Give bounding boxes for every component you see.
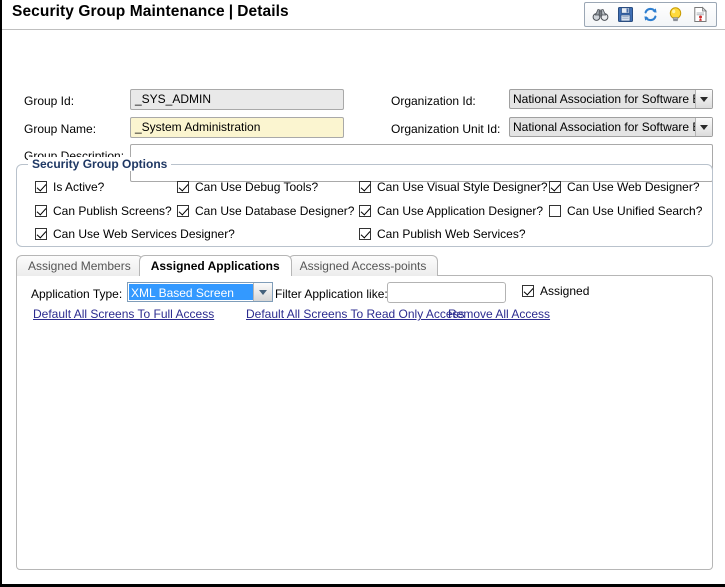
checkbox-is-active[interactable]: Is Active? bbox=[35, 180, 104, 194]
checkbox-box[interactable] bbox=[549, 205, 561, 217]
link-default-all-screens-full-access[interactable]: Default All Screens To Full Access bbox=[33, 307, 214, 321]
link-default-all-screens-read-only-access[interactable]: Default All Screens To Read Only Access bbox=[246, 307, 465, 321]
checkbox-box[interactable] bbox=[359, 205, 371, 217]
checkbox-box[interactable] bbox=[35, 228, 47, 240]
organization-id-label: Organization Id: bbox=[391, 94, 476, 108]
checkbox-can-use-web-designer[interactable]: Can Use Web Designer? bbox=[549, 180, 700, 194]
details-form: Group Id: _SYS_ADMIN Group Name: _System… bbox=[2, 30, 725, 182]
link-remove-all-access[interactable]: Remove All Access bbox=[448, 307, 550, 321]
page-title-main: Security Group Maintenance bbox=[12, 3, 225, 20]
tab-assigned-members[interactable]: Assigned Members bbox=[16, 255, 143, 276]
security-group-options-fieldset: Security Group Options Is Active? Can Us… bbox=[16, 157, 713, 247]
page-header: Security Group Maintenance | Details bbox=[2, 0, 725, 30]
chevron-down-icon[interactable] bbox=[253, 283, 272, 301]
group-name-label: Group Name: bbox=[24, 122, 97, 136]
page-title-separator: | bbox=[228, 3, 234, 20]
tab-assigned-access-points[interactable]: Assigned Access-points bbox=[287, 255, 439, 276]
application-type-value: XML Based Screen bbox=[129, 284, 253, 300]
checkbox-label: Can Publish Web Services? bbox=[377, 227, 526, 241]
report-icon[interactable] bbox=[692, 6, 709, 23]
checkbox-label: Can Use Database Designer? bbox=[195, 204, 355, 218]
checkbox-can-use-application-designer[interactable]: Can Use Application Designer? bbox=[359, 204, 543, 218]
checkbox-label: Can Use Web Designer? bbox=[567, 180, 700, 194]
page-title-sub: Details bbox=[237, 3, 289, 20]
organization-unit-id-label: Organization Unit Id: bbox=[391, 122, 501, 136]
save-icon[interactable] bbox=[617, 6, 634, 23]
organization-id-select[interactable]: National Association for Software E bbox=[509, 89, 713, 109]
checkbox-label: Can Publish Screens? bbox=[53, 204, 172, 218]
organization-unit-id-select[interactable]: National Association for Software E bbox=[509, 117, 713, 137]
security-group-options-legend: Security Group Options bbox=[28, 157, 172, 171]
assigned-checkbox[interactable]: Assigned bbox=[522, 284, 589, 298]
checkbox-can-publish-screens[interactable]: Can Publish Screens? bbox=[35, 204, 172, 218]
application-type-select[interactable]: XML Based Screen bbox=[127, 282, 273, 302]
checkbox-label: Can Use Application Designer? bbox=[377, 204, 544, 218]
tab-label: Assigned Members bbox=[28, 259, 131, 273]
binoculars-icon[interactable] bbox=[592, 6, 609, 23]
checkbox-can-use-visual-style-designer[interactable]: Can Use Visual Style Designer? bbox=[359, 180, 548, 194]
checkbox-can-publish-web-services[interactable]: Can Publish Web Services? bbox=[359, 227, 526, 241]
tab-label: Assigned Applications bbox=[150, 259, 280, 273]
chevron-down-icon[interactable] bbox=[695, 90, 712, 108]
lightbulb-icon[interactable] bbox=[667, 6, 684, 23]
assigned-applications-panel: Application Type: XML Based Screen Filte… bbox=[16, 275, 713, 570]
checkbox-box[interactable] bbox=[549, 181, 561, 193]
checkbox-label: Can Use Debug Tools? bbox=[195, 180, 319, 194]
checkbox-box[interactable] bbox=[177, 181, 189, 193]
checkbox-can-use-database-designer[interactable]: Can Use Database Designer? bbox=[177, 204, 354, 218]
checkbox-can-use-debug-tools[interactable]: Can Use Debug Tools? bbox=[177, 180, 318, 194]
checkbox-box[interactable] bbox=[359, 181, 371, 193]
checkbox-label: Can Use Unified Search? bbox=[567, 204, 703, 218]
toolbar bbox=[584, 2, 717, 27]
group-name-field[interactable]: _System Administration bbox=[130, 117, 344, 138]
checkbox-box[interactable] bbox=[35, 205, 47, 217]
checkbox-can-use-unified-search[interactable]: Can Use Unified Search? bbox=[549, 204, 702, 218]
filter-application-label: Filter Application like: bbox=[275, 287, 388, 301]
group-id-label: Group Id: bbox=[24, 94, 75, 108]
application-window: Security Group Maintenance | Details Gro… bbox=[0, 0, 725, 587]
checkbox-label: Can Use Web Services Designer? bbox=[53, 227, 235, 241]
checkbox-label: Is Active? bbox=[53, 180, 105, 194]
checkbox-label: Can Use Visual Style Designer? bbox=[377, 180, 548, 194]
group-id-field[interactable]: _SYS_ADMIN bbox=[130, 89, 344, 110]
page-title: Security Group Maintenance | Details bbox=[12, 3, 289, 21]
checkbox-box[interactable] bbox=[359, 228, 371, 240]
tab-assigned-applications[interactable]: Assigned Applications bbox=[138, 255, 292, 276]
organization-unit-id-value: National Association for Software E bbox=[513, 120, 695, 134]
filter-application-input[interactable] bbox=[387, 282, 506, 303]
refresh-icon[interactable] bbox=[642, 6, 659, 23]
tab-bar: Assigned Members Assigned Applications A… bbox=[16, 254, 713, 276]
checkbox-can-use-web-services-designer[interactable]: Can Use Web Services Designer? bbox=[35, 227, 235, 241]
checkbox-box[interactable] bbox=[177, 205, 189, 217]
checkbox-box[interactable] bbox=[522, 285, 534, 297]
checkbox-label: Assigned bbox=[540, 284, 590, 298]
chevron-down-icon[interactable] bbox=[695, 118, 712, 136]
organization-id-value: National Association for Software E bbox=[513, 92, 695, 106]
checkbox-box[interactable] bbox=[35, 181, 47, 193]
tab-label: Assigned Access-points bbox=[299, 259, 427, 273]
application-type-label: Application Type: bbox=[31, 287, 123, 301]
